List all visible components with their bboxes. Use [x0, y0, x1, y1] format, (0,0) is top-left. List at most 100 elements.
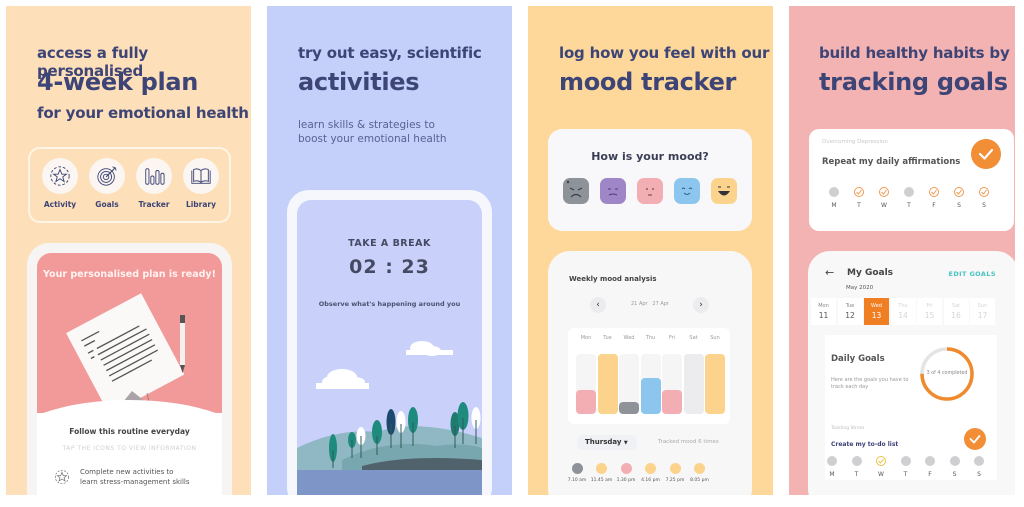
mood-entry-face-icon — [694, 463, 705, 474]
day-check-icon — [954, 187, 964, 197]
goal-day[interactable]: T — [902, 187, 916, 209]
mood-face-sad[interactable] — [600, 178, 626, 204]
mood-face-content[interactable] — [674, 178, 700, 204]
phone-mockup: Weekly mood analysis ‹ 21 Apr 27 Apr › M… — [548, 251, 752, 495]
goal-day[interactable]: T — [899, 456, 913, 478]
goal2-complete-button[interactable] — [964, 428, 986, 450]
goal-card: Overcoming Depression Repeat my daily af… — [809, 129, 1014, 231]
date-number: 14 — [898, 311, 908, 320]
book-icon — [191, 168, 211, 184]
panel-mood-tracker: log how you feel with our mood tracker H… — [528, 6, 773, 495]
mood-entry-time: 8.05 pm — [690, 478, 709, 483]
check-icon — [978, 148, 994, 160]
mood-card: How is your mood? — [548, 129, 752, 231]
headline-large: activities — [298, 68, 420, 96]
mood-entry-face-icon — [645, 463, 656, 474]
goal-day[interactable]: S — [977, 187, 991, 209]
mood-entry[interactable]: 8.05 pm — [685, 463, 715, 483]
phone-mockup: ← My Goals EDIT GOALS May 2020 Mon 11 Tue 1… — [808, 251, 1015, 495]
day-check-icon — [979, 187, 989, 197]
goal-day[interactable]: W — [874, 456, 888, 478]
edit-goals-button[interactable]: EDIT GOALS — [949, 270, 997, 278]
mood-entry-face-icon — [669, 463, 681, 474]
date-cell[interactable]: Sun 17 — [970, 298, 995, 325]
content-face-icon — [681, 187, 693, 195]
headline-large: 4-week plan — [37, 68, 199, 96]
goal2-category: Tackling Stress — [831, 426, 865, 431]
day-dropdown[interactable]: Thursday ▼ — [577, 435, 637, 450]
date-cell[interactable]: Tue 12 — [837, 298, 863, 325]
goal-day[interactable]: S — [948, 456, 962, 478]
feature-library[interactable]: Library — [178, 158, 224, 209]
chart-day-label: Sun — [710, 335, 720, 341]
chart-bar[interactable] — [683, 354, 704, 414]
mood-entry-face-icon — [596, 463, 607, 474]
sad-face-icon — [608, 188, 618, 196]
feature-label: Library — [185, 200, 217, 209]
weekly-mood-title: Weekly mood analysis — [569, 275, 657, 283]
feature-goals[interactable]: Goals — [84, 158, 130, 209]
date-day-name: Mon — [818, 303, 829, 309]
next-week-button[interactable]: › — [693, 297, 709, 313]
angry-face-icon — [566, 180, 583, 198]
date-cell[interactable]: Sat 16 — [943, 298, 969, 325]
day-empty-icon — [851, 456, 862, 466]
subtitle-line-2: boost your emotional health — [298, 133, 447, 145]
goal-day[interactable]: S — [972, 456, 986, 478]
goal-day[interactable]: T — [852, 187, 866, 209]
chart-bar[interactable] — [640, 378, 661, 414]
daily-goals-title: Daily Goals — [831, 354, 885, 364]
chart-bar[interactable] — [576, 390, 596, 414]
date-number: 12 — [845, 311, 855, 320]
date-day-name: Sun — [977, 303, 988, 309]
goal-day-label: M — [831, 202, 837, 209]
date-cell[interactable]: Wed 13 — [864, 298, 889, 325]
activity-line-2: learn stress-management skills — [80, 478, 190, 486]
panel-personalised-plan: access a fully personalised 4-week plan … — [6, 6, 251, 495]
goal-day[interactable]: M — [825, 456, 839, 478]
date-cell[interactable]: Thu 14 — [890, 298, 916, 325]
goal-day[interactable]: F — [923, 456, 937, 478]
chart-day-label: Sat — [689, 335, 698, 341]
mood-face-happy[interactable] — [711, 178, 737, 204]
day-empty-icon — [827, 456, 837, 466]
goal-day[interactable]: S — [952, 187, 966, 209]
phone-mockup: Your personalised plan is ready! Follow … — [27, 243, 232, 495]
month-label: May 2020 — [846, 285, 874, 291]
phone-mockup: TAKE A BREAK 02 : 23 Observe what's happ… — [287, 190, 492, 495]
happy-face-icon — [718, 186, 730, 196]
date-number: 16 — [951, 311, 961, 320]
panel-tracking-goals: build healthy habits by tracking goals O… — [789, 6, 1015, 495]
feature-activity[interactable]: Activity — [37, 158, 83, 209]
day-check-icon — [854, 187, 864, 197]
headline-large: mood tracker — [559, 68, 737, 96]
goal-complete-button[interactable] — [971, 139, 1001, 169]
chart-bar[interactable] — [619, 402, 639, 414]
chart-day-label: Fri — [669, 335, 675, 341]
mood-entry-face-icon — [620, 463, 632, 474]
chart-bar[interactable] — [597, 354, 618, 414]
goal-category: Overcoming Depression — [822, 139, 888, 145]
subtitle: learn skills & strategies to boost your e… — [298, 118, 447, 146]
feature-tracker[interactable]: Tracker — [131, 158, 177, 209]
feature-label: Tracker — [138, 200, 170, 209]
plan-hero: Your personalised plan is ready! — [37, 253, 222, 413]
goal-day[interactable]: W — [877, 187, 891, 209]
goal-day[interactable]: T — [850, 456, 864, 478]
date-day-name: Fri — [926, 303, 933, 309]
chart-bar[interactable] — [662, 390, 682, 414]
mood-face-angry[interactable] — [563, 178, 589, 204]
mood-face-neutral[interactable] — [637, 178, 663, 204]
goal-day[interactable]: F — [927, 187, 941, 209]
goal-day[interactable]: M — [827, 187, 841, 209]
chart-bar[interactable] — [705, 354, 725, 414]
date-cell[interactable]: Fri 15 — [917, 298, 942, 325]
back-arrow-icon[interactable]: ← — [825, 266, 834, 279]
date-cell[interactable]: Mon 11 — [811, 298, 836, 325]
date-day-name: Tue — [845, 303, 855, 309]
date-day-name: Sat — [951, 303, 961, 309]
goal-day-label: S — [982, 202, 986, 209]
panel-activities: try out easy, scientific activities lear… — [267, 6, 512, 495]
chart-day-label: Mon — [580, 335, 592, 341]
bar-chart-icon — [145, 168, 165, 185]
